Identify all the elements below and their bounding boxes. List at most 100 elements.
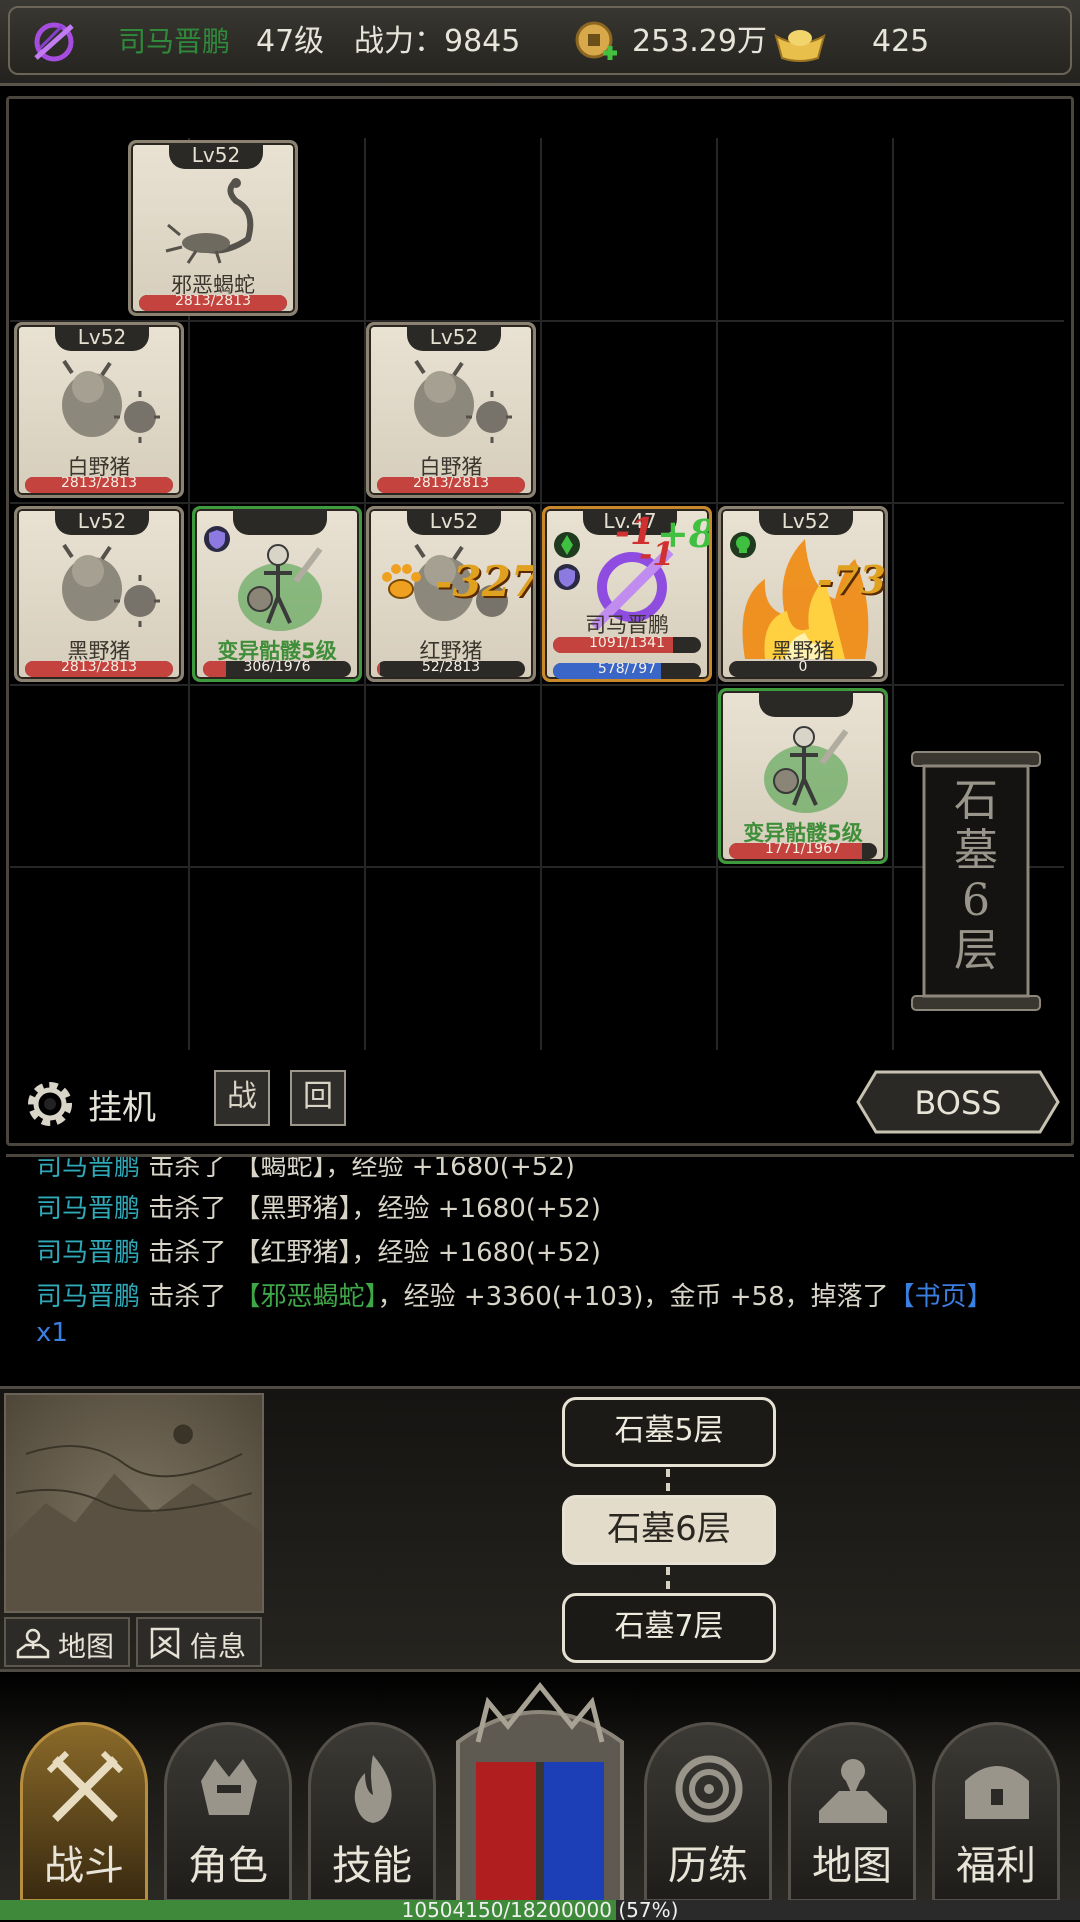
pvp-gate-icon[interactable] bbox=[448, 1682, 632, 1912]
return-button[interactable]: 回 bbox=[290, 1070, 346, 1126]
vortex-icon bbox=[675, 1755, 743, 1823]
skeleton-icon bbox=[764, 726, 849, 813]
unit-hp-bar: 2813/2813 bbox=[25, 477, 173, 493]
gear-icon[interactable] bbox=[22, 1076, 78, 1132]
scorpion-icon bbox=[165, 178, 254, 264]
unit-hp-bar: 2813/2813 bbox=[377, 477, 525, 493]
unit-level: Lv52 bbox=[407, 325, 501, 351]
unit-card-skeleton-ally[interactable]: 变异骷髅5级 1771/1967 bbox=[718, 688, 888, 864]
unit-hp-bar: 2813/2813 bbox=[139, 295, 287, 311]
tab-character[interactable]: 角色 bbox=[164, 1722, 292, 1902]
grid-line bbox=[10, 684, 1064, 686]
auto-battle-label[interactable]: 挂机 bbox=[88, 1080, 156, 1129]
floor-connector bbox=[666, 1469, 672, 1491]
bottom-nav: 战斗 角色 技能 历练 地图 福利 bbox=[0, 1672, 1080, 1912]
unit-hp-bar: 0 bbox=[729, 661, 877, 677]
unit-card-boar[interactable]: Lv52 -327 红野猪 52/2813 bbox=[366, 506, 536, 682]
unit-hp-bar: 52/2813 bbox=[377, 661, 525, 677]
crossed-swords-icon bbox=[47, 1751, 123, 1822]
mp-text: 578/797 bbox=[597, 663, 657, 677]
player-level: 47级 bbox=[256, 24, 325, 59]
unit-card-boar[interactable]: Lv52 白野猪 2813/2813 bbox=[14, 322, 184, 498]
coin-add-icon[interactable] bbox=[574, 20, 618, 64]
tab-training[interactable]: 历练 bbox=[644, 1722, 772, 1902]
exp-text: 10504150/18200000 (57%) bbox=[401, 1898, 679, 1922]
floor-sign-char: 6 bbox=[962, 875, 990, 926]
log-text: 击杀了 【黑野猪】，经验 +1680(+52) bbox=[148, 1194, 601, 1224]
boar-icon bbox=[414, 359, 512, 443]
unit-card-skeleton-ally[interactable]: 变异骷髅5级 306/1976 bbox=[192, 506, 362, 682]
hp-text: 1091/1341 bbox=[589, 637, 665, 651]
battle-log[interactable]: 司马晋鹏 击杀了 【蝎蛇】，经验 +1680(+52) 司马晋鹏 击杀了 【黑野… bbox=[6, 1154, 1074, 1384]
log-item: 【邪恶蝎蛇】 bbox=[234, 1282, 378, 1312]
tab-welfare[interactable]: 福利 bbox=[932, 1722, 1060, 1902]
unit-level: Lv52 bbox=[55, 325, 149, 351]
log-player: 司马晋鹏 bbox=[36, 1282, 141, 1312]
helmet-icon bbox=[201, 1759, 257, 1815]
tab-label: 技能 bbox=[332, 1843, 412, 1889]
unit-level: Lv52 bbox=[169, 143, 263, 169]
damage-number: -734 bbox=[817, 557, 886, 602]
hp-text: 2813/2813 bbox=[413, 477, 489, 491]
unit-level: Lv52 bbox=[55, 509, 149, 535]
unit-card-boar[interactable]: Lv52 白野猪 2813/2813 bbox=[366, 322, 536, 498]
tab-map[interactable]: 地图 bbox=[788, 1722, 916, 1902]
player-avatar-icon[interactable] bbox=[30, 18, 78, 66]
floor-button-current[interactable]: 石墓6层 bbox=[562, 1495, 776, 1565]
log-drop-qty: x1 bbox=[36, 1318, 68, 1348]
experience-bar: 10504150/18200000 (57%) bbox=[0, 1898, 1080, 1922]
unit-card-hero[interactable]: Lv.47 -1 -1 +8 司马晋鹏 1091/1341 578/797 bbox=[542, 506, 712, 682]
tab-label: 历练 bbox=[668, 1843, 748, 1889]
fight-button[interactable]: 战 bbox=[214, 1070, 270, 1126]
info-button-label: 信息 bbox=[190, 1630, 247, 1663]
gold-ingot-icon bbox=[774, 30, 826, 62]
map-panel: 地图 信息 石墓5层 石墓6层 石墓7层 bbox=[0, 1386, 1080, 1672]
map-button-label: 地图 bbox=[58, 1630, 115, 1663]
mountain-map-icon bbox=[6, 1424, 262, 1611]
map-button[interactable]: 地图 bbox=[4, 1617, 130, 1667]
unit-name: 司马晋鹏 bbox=[585, 613, 669, 637]
unit-mp-bar: 578/797 bbox=[553, 663, 701, 679]
grid-line bbox=[892, 138, 894, 1050]
tab-skills[interactable]: 技能 bbox=[308, 1722, 436, 1902]
log-drop: 【书页】 bbox=[888, 1282, 993, 1312]
info-button[interactable]: 信息 bbox=[136, 1617, 262, 1667]
unit-card-scorpion[interactable]: Lv52 邪恶蝎蛇 2813/2813 bbox=[128, 140, 298, 316]
floor-button[interactable]: 石墓5层 bbox=[562, 1397, 776, 1467]
treasure-chest-icon bbox=[965, 1766, 1029, 1819]
unit-card-burning-boar[interactable]: Lv52 -734 黑野猪 0 bbox=[718, 506, 888, 682]
floor-sign: 石 墓 6 层 bbox=[906, 746, 1046, 1016]
tab-label: 地图 bbox=[812, 1843, 892, 1889]
unit-level bbox=[233, 509, 327, 535]
unit-hp-bar: 2813/2813 bbox=[25, 661, 173, 677]
gold-amount: 253.29万 bbox=[632, 24, 767, 59]
unit-level: Lv52 bbox=[407, 509, 501, 535]
player-name: 司马晋鹏 bbox=[118, 25, 231, 58]
combat-power: 战力：9845 bbox=[354, 24, 521, 59]
hp-text: 2813/2813 bbox=[61, 477, 137, 491]
unit-card-boar[interactable]: Lv52 黑野猪 2813/2813 bbox=[14, 506, 184, 682]
log-player: 司马晋鹏 bbox=[36, 1154, 141, 1182]
unit-hp-bar: 1091/1341 bbox=[553, 637, 701, 653]
boss-button-label: BOSS bbox=[914, 1084, 1002, 1122]
boar-icon bbox=[62, 359, 160, 443]
banner-icon bbox=[150, 1627, 180, 1660]
grid-line bbox=[10, 502, 1064, 504]
map-pin-icon bbox=[16, 1628, 50, 1659]
hp-text: 0 bbox=[798, 661, 808, 675]
tab-label: 角色 bbox=[188, 1843, 268, 1889]
log-text: ，经验 +3360(+103)，金币 +58，掉落了 bbox=[377, 1282, 889, 1312]
paw-icon bbox=[382, 564, 421, 599]
hp-text: 2813/2813 bbox=[61, 661, 137, 675]
boss-button[interactable]: BOSS bbox=[856, 1070, 1060, 1134]
minimap[interactable] bbox=[4, 1393, 264, 1613]
tab-battle[interactable]: 战斗 bbox=[20, 1722, 148, 1902]
log-player: 司马晋鹏 bbox=[36, 1238, 141, 1268]
floor-button[interactable]: 石墓7层 bbox=[562, 1593, 776, 1663]
floor-sign-char: 墓 bbox=[954, 825, 998, 876]
tab-label: 福利 bbox=[956, 1843, 1036, 1889]
hp-text: 1771/1967 bbox=[765, 843, 841, 857]
ingot-amount: 425 bbox=[872, 24, 930, 59]
hp-text: 52/2813 bbox=[421, 661, 481, 675]
floor-sign-char: 石 bbox=[954, 775, 998, 826]
